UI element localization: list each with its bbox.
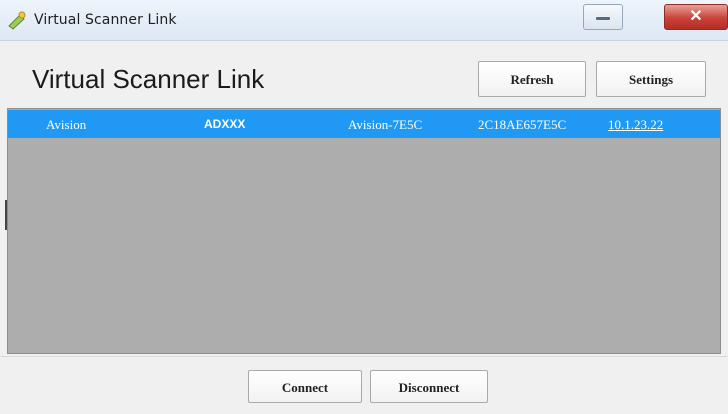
close-icon: ✕ — [689, 8, 703, 25]
window-edge-mark — [5, 200, 7, 230]
settings-button[interactable]: Settings — [596, 61, 706, 97]
scanner-app-icon — [6, 10, 28, 30]
footer-divider — [0, 356, 728, 357]
scanner-name: Avision-7E5C — [348, 117, 423, 132]
window-title: Virtual Scanner Link — [34, 12, 177, 28]
scanner-vendor: Avision — [46, 117, 87, 132]
main-window: Virtual Scanner Link ✕ Virtual Scanner L… — [0, 0, 728, 414]
minimize-icon — [596, 17, 610, 20]
page-title: Virtual Scanner Link — [32, 64, 265, 94]
close-button[interactable]: ✕ — [664, 4, 728, 30]
scanner-row-selected[interactable]: Avision ADXXX Avision-7E5C 2C18AE657E5C … — [8, 110, 720, 138]
refresh-button[interactable]: Refresh — [478, 61, 586, 97]
title-bar[interactable]: Virtual Scanner Link ✕ — [0, 0, 728, 41]
scanner-mac: 2C18AE657E5C — [478, 117, 567, 132]
scanner-list[interactable]: Avision ADXXX Avision-7E5C 2C18AE657E5C … — [7, 108, 721, 354]
disconnect-button[interactable]: Disconnect — [370, 370, 488, 403]
connect-button[interactable]: Connect — [248, 370, 362, 403]
scanner-ip-link[interactable]: 10.1.23.22 — [608, 117, 663, 133]
minimize-button[interactable] — [583, 4, 623, 30]
scanner-model: ADXXX — [204, 117, 246, 131]
